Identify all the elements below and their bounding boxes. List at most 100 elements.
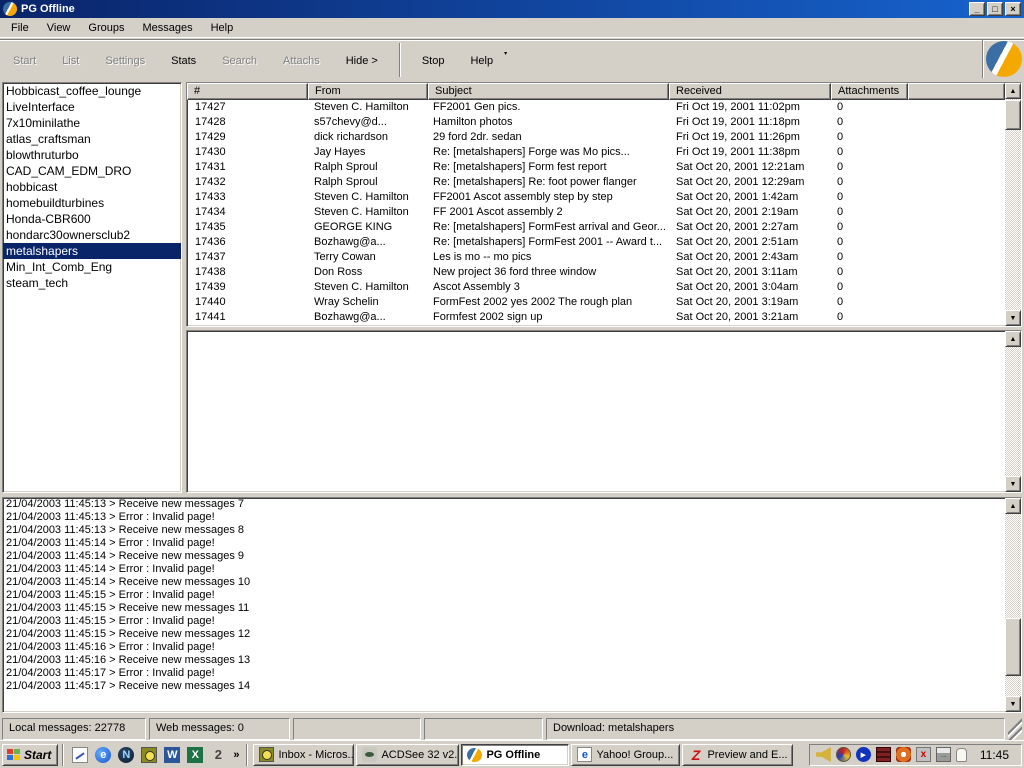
message-row[interactable]: 17440 Wray Schelin FormFest 2002 yes 200… <box>187 295 1005 310</box>
resize-grip[interactable] <box>1008 718 1022 740</box>
minimize-button[interactable]: _ <box>969 2 985 16</box>
message-number: 17429 <box>187 130 308 145</box>
address-book-icon[interactable]: 2 <box>210 747 226 763</box>
menu-groups[interactable]: Groups <box>79 19 133 37</box>
message-subject: Les is mo -- mo pics <box>428 250 669 265</box>
message-row[interactable]: 17438 Don Ross New project 36 ford three… <box>187 265 1005 280</box>
quick-launch-overflow-icon[interactable]: » <box>230 749 242 761</box>
scroll-down-icon[interactable]: ▼ <box>1005 476 1021 492</box>
task-pg-offline[interactable]: PG Offline <box>461 744 569 766</box>
menu-messages[interactable]: Messages <box>133 19 201 37</box>
start-button[interactable]: Start <box>2 744 58 766</box>
toolbar-separator <box>399 43 401 77</box>
task-inbox[interactable]: Inbox - Micros... <box>253 744 354 766</box>
task-acdsee[interactable]: ACDSee 32 v2... <box>356 744 459 766</box>
column-header[interactable]: Attachments <box>831 83 908 100</box>
message-row[interactable]: 17427 Steven C. Hamilton FF2001 Gen pics… <box>187 100 1005 115</box>
volume-icon[interactable] <box>816 747 831 762</box>
message-row[interactable]: 17429 dick richardson 29 ford 2dr. sedan… <box>187 130 1005 145</box>
message-list: #FromSubjectReceivedAttachments 17427 St… <box>186 82 1022 327</box>
message-list-scrollbar[interactable]: ▲ ▼ <box>1005 83 1021 326</box>
netscape-icon[interactable]: N <box>118 747 134 763</box>
message-row[interactable]: 17439 Steven C. Hamilton Ascot Assembly … <box>187 280 1005 295</box>
log-scrollbar[interactable]: ▲ ▼ <box>1005 498 1021 712</box>
toolbar-search-button[interactable]: Search <box>211 45 268 76</box>
group-list-item[interactable]: Honda-CBR600 <box>3 211 181 227</box>
message-row[interactable]: 17428 s57chevy@d... Hamilton photos Fri … <box>187 115 1005 130</box>
show-desktop-icon[interactable] <box>72 747 88 763</box>
group-list-item[interactable]: Hobbicast_coffee_lounge <box>3 83 181 99</box>
task-monitor-icon[interactable] <box>876 747 891 762</box>
message-row[interactable]: 17434 Steven C. Hamilton FF 2001 Ascot a… <box>187 205 1005 220</box>
group-list-item[interactable]: CAD_CAM_EDM_DRO <box>3 163 181 179</box>
scheduler-icon[interactable] <box>896 747 911 762</box>
message-row[interactable]: 17441 Bozhawg@a... Formfest 2002 sign up… <box>187 310 1005 325</box>
column-header[interactable] <box>908 83 1005 100</box>
message-row[interactable]: 17433 Steven C. Hamilton FF2001 Ascot as… <box>187 190 1005 205</box>
column-header[interactable]: Subject <box>428 83 669 100</box>
log-line: 21/04/2003 11:45:16 > Error : Invalid pa… <box>3 641 1005 654</box>
word-icon[interactable]: W <box>164 747 180 763</box>
scrollbar-thumb[interactable] <box>1005 100 1021 130</box>
toolbar-settings-button[interactable]: Settings <box>94 45 156 76</box>
message-row[interactable]: 17430 Jay Hayes Re: [metalshapers] Forge… <box>187 145 1005 160</box>
message-attachments: 0 <box>831 130 908 145</box>
message-from: GEORGE KING <box>308 220 428 235</box>
group-list-item[interactable]: homebuildturbines <box>3 195 181 211</box>
preview-scrollbar[interactable]: ▲ ▼ <box>1005 331 1021 492</box>
printer-icon[interactable]: → <box>936 747 951 762</box>
task-yahoo-groups[interactable]: e Yahoo! Group... <box>571 744 680 766</box>
toolbar-attachs-button[interactable]: Attachs <box>272 45 331 76</box>
toolbar-stats-button[interactable]: Stats <box>160 45 207 76</box>
group-list-item[interactable]: metalshapers <box>3 243 181 259</box>
message-number: 17435 <box>187 220 308 235</box>
column-header[interactable]: Received <box>669 83 831 100</box>
group-list-item[interactable]: steam_tech <box>3 275 181 291</box>
inbox-icon <box>259 747 274 762</box>
message-row[interactable]: 17436 Bozhawg@a... Re: [metalshapers] Fo… <box>187 235 1005 250</box>
internet-explorer-icon[interactable]: e <box>95 747 111 763</box>
task-preview[interactable]: Z Preview and E... <box>682 744 793 766</box>
log-line: 21/04/2003 11:45:13 > Error : Invalid pa… <box>3 511 1005 524</box>
maximize-button[interactable]: □ <box>987 2 1003 16</box>
toolbar-hide-button[interactable]: Hide > <box>335 45 389 76</box>
menu-view[interactable]: View <box>38 19 80 37</box>
chevron-down-icon[interactable]: ▾ <box>504 50 507 57</box>
close-button[interactable]: × <box>1005 2 1021 16</box>
media-player-icon[interactable]: ▶ <box>856 747 871 762</box>
toolbar-help-button[interactable]: Help <box>459 45 504 76</box>
scroll-up-icon[interactable]: ▲ <box>1005 498 1021 514</box>
group-list-item[interactable]: Min_Int_Comb_Eng <box>3 259 181 275</box>
menu-help[interactable]: Help <box>202 19 243 37</box>
excel-icon[interactable]: X <box>187 747 203 763</box>
task-button-label: Inbox - Micros... <box>278 749 354 761</box>
toolbar-list-button[interactable]: List <box>51 45 90 76</box>
message-row[interactable]: 17435 GEORGE KING Re: [metalshapers] For… <box>187 220 1005 235</box>
group-list-item[interactable]: hondarc30ownersclub2 <box>3 227 181 243</box>
toolbar-stop-button[interactable]: Stop <box>411 45 456 76</box>
message-row[interactable]: 17437 Terry Cowan Les is mo -- mo pics S… <box>187 250 1005 265</box>
group-list-item[interactable]: 7x10minilathe <box>3 115 181 131</box>
group-list-item[interactable]: atlas_craftsman <box>3 131 181 147</box>
scrollbar-thumb[interactable] <box>1005 618 1021 676</box>
group-list-item[interactable]: blowthruturbo <box>3 147 181 163</box>
message-attachments: 0 <box>831 235 908 250</box>
column-header[interactable]: From <box>308 83 428 100</box>
group-list-item[interactable]: hobbicast <box>3 179 181 195</box>
menu-file[interactable]: File <box>2 19 38 37</box>
organizer-icon[interactable] <box>141 747 157 763</box>
color-wheel-icon[interactable] <box>836 747 851 762</box>
scroll-up-icon[interactable]: ▲ <box>1005 83 1021 99</box>
column-header[interactable]: # <box>187 83 308 100</box>
group-list-item[interactable]: LiveInterface <box>3 99 181 115</box>
scroll-down-icon[interactable]: ▼ <box>1005 310 1021 326</box>
log-line: 21/04/2003 11:45:14 > Error : Invalid pa… <box>3 537 1005 550</box>
message-row[interactable]: 17432 Ralph Sproul Re: [metalshapers] Re… <box>187 175 1005 190</box>
scroll-down-icon[interactable]: ▼ <box>1005 696 1021 712</box>
message-row[interactable]: 17431 Ralph Sproul Re: [metalshapers] Fo… <box>187 160 1005 175</box>
task-buttons: Inbox - Micros... ACDSee 32 v2... PG Off… <box>252 744 794 766</box>
toolbar-start-button[interactable]: Start <box>2 45 47 76</box>
network-error-icon[interactable]: x <box>916 747 931 762</box>
mouse-hand-icon[interactable] <box>956 748 967 762</box>
scroll-up-icon[interactable]: ▲ <box>1005 331 1021 347</box>
